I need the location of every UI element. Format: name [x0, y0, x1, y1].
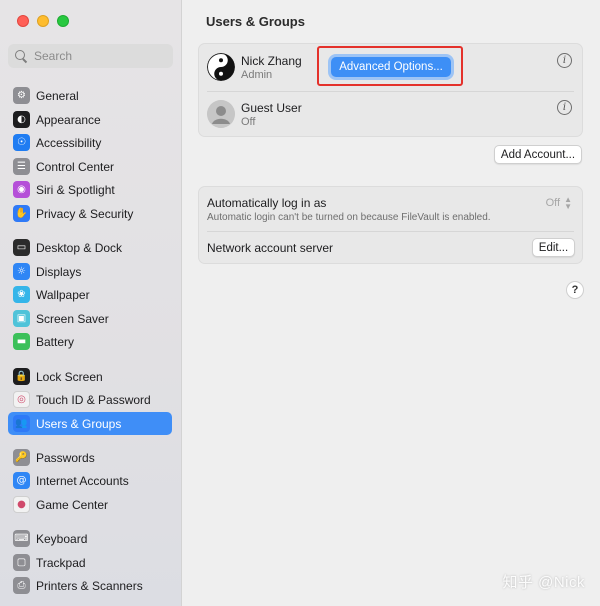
- user-role: Off: [241, 116, 256, 128]
- sidebar-item-label: Touch ID & Password: [36, 392, 151, 407]
- trackpad-icon: ▢: [13, 554, 30, 571]
- fingerprint-icon: ◎: [13, 391, 30, 408]
- sidebar-item-label: Control Center: [36, 159, 115, 174]
- sidebar: Search ⚙ General ◐ Appearance ☉ Accessibility…: [0, 0, 182, 606]
- sidebar-item-label: Trackpad: [36, 555, 86, 570]
- window-controls: [17, 15, 69, 27]
- accessibility-icon: ☉: [13, 134, 30, 151]
- sidebar-item-label: Users & Groups: [36, 416, 122, 431]
- minimize-window-button[interactable]: [37, 15, 49, 27]
- sidebar-item-control-center[interactable]: ☰ Control Center: [8, 155, 172, 178]
- watermark: 知乎 @Nick: [502, 574, 585, 591]
- close-window-button[interactable]: [17, 15, 29, 27]
- sidebar-item-screen-saver[interactable]: ▣ Screen Saver: [8, 307, 172, 330]
- sidebar-item-appearance[interactable]: ◐ Appearance: [8, 108, 172, 131]
- settings-window: Search ⚙ General ◐ Appearance ☉ Accessibility…: [0, 0, 600, 606]
- info-icon: i: [562, 102, 567, 113]
- person-avatar: [207, 100, 235, 128]
- sidebar-item-label: Lock Screen: [36, 369, 103, 384]
- sidebar-item-label: Keyboard: [36, 531, 88, 546]
- sidebar-item-label: Displays: [36, 264, 82, 279]
- sidebar-item-printers-scanners[interactable]: ⎙ Printers & Scanners: [8, 574, 172, 597]
- game-center-icon: ●: [13, 496, 30, 513]
- edit-button[interactable]: Edit...: [532, 238, 575, 257]
- users-card: Nick Zhang Admin Advanced Options... i G…: [198, 43, 583, 137]
- sidebar-item-label: Battery: [36, 334, 75, 349]
- displays-icon: ☼: [13, 263, 30, 280]
- sidebar-item-label: Printers & Scanners: [36, 578, 143, 593]
- sidebar-item-trackpad[interactable]: ▢ Trackpad: [8, 551, 172, 574]
- login-card: Automatically log in as Automatic login …: [198, 186, 583, 264]
- control-center-icon: ☰: [13, 158, 30, 175]
- key-icon: 🔑: [13, 449, 30, 466]
- user-role: Admin: [241, 69, 273, 81]
- sidebar-item-keyboard[interactable]: ⌨ Keyboard: [8, 527, 172, 550]
- yin-yang-avatar: [207, 53, 235, 81]
- auto-login-label: Automatically log in as: [207, 196, 327, 210]
- sidebar-item-privacy-security[interactable]: ✋ Privacy & Security: [8, 202, 172, 225]
- sidebar-item-touch-id-password[interactable]: ◎ Touch ID & Password: [8, 388, 172, 411]
- zoom-window-button[interactable]: [57, 15, 69, 27]
- sidebar-item-label: Appearance: [36, 112, 101, 127]
- user-name: Nick Zhang: [241, 54, 302, 68]
- row-divider: [207, 91, 574, 92]
- sidebar-item-label: Internet Accounts: [36, 473, 129, 488]
- sidebar-item-siri-spotlight[interactable]: ◉ Siri & Spotlight: [8, 178, 172, 201]
- network-server-label: Network account server: [207, 241, 334, 255]
- page-title: Users & Groups: [206, 14, 305, 29]
- at-icon: @: [13, 472, 30, 489]
- sidebar-item-label: Screen Saver: [36, 311, 109, 326]
- printer-icon: ⎙: [13, 577, 30, 594]
- battery-icon: ▬: [13, 333, 30, 350]
- help-button[interactable]: ?: [566, 281, 584, 299]
- gear-icon: ⚙: [13, 87, 30, 104]
- user-info-button[interactable]: i: [557, 53, 572, 68]
- lock-icon: 🔒: [13, 368, 30, 385]
- sidebar-item-game-center[interactable]: ● Game Center: [8, 493, 172, 516]
- siri-icon: ◉: [13, 181, 30, 198]
- row-divider: [207, 231, 574, 232]
- keyboard-icon: ⌨: [13, 530, 30, 547]
- info-icon: i: [562, 55, 567, 66]
- sidebar-item-label: Passwords: [36, 450, 95, 465]
- sidebar-item-label: Siri & Spotlight: [36, 182, 115, 197]
- sidebar-item-battery[interactable]: ▬ Battery: [8, 330, 172, 353]
- screen-saver-icon: ▣: [13, 310, 30, 327]
- add-account-button[interactable]: Add Account...: [494, 145, 582, 164]
- auto-login-value: Off: [545, 197, 561, 209]
- user-name: Guest User: [241, 101, 302, 115]
- advanced-options-button[interactable]: Advanced Options...: [331, 57, 451, 77]
- sidebar-item-lock-screen[interactable]: 🔒 Lock Screen: [8, 365, 172, 388]
- sidebar-item-passwords[interactable]: 🔑 Passwords: [8, 446, 172, 469]
- dock-icon: ▭: [13, 239, 30, 256]
- wallpaper-icon: ❀: [13, 286, 30, 303]
- auto-login-select[interactable]: Off ▲ ▼: [545, 195, 572, 211]
- users-icon: 👥: [13, 415, 30, 432]
- hand-icon: ✋: [13, 205, 30, 222]
- sidebar-item-label: Desktop & Dock: [36, 240, 123, 255]
- sidebar-item-general[interactable]: ⚙ General: [8, 84, 172, 107]
- sidebar-item-accessibility[interactable]: ☉ Accessibility: [8, 131, 172, 154]
- search-placeholder: Search: [34, 49, 73, 63]
- sidebar-item-label: Privacy & Security: [36, 206, 134, 221]
- sidebar-item-displays[interactable]: ☼ Displays: [8, 260, 172, 283]
- sidebar-item-label: General: [36, 88, 79, 103]
- search-input[interactable]: Search: [8, 44, 173, 68]
- chevron-updown-icon: ▲ ▼: [564, 195, 572, 211]
- sidebar-item-label: Game Center: [36, 497, 109, 512]
- main-pane: Users & Groups Nick Zhang Admin Advanced…: [183, 0, 600, 606]
- sidebar-item-label: Accessibility: [36, 135, 102, 150]
- sidebar-item-desktop-dock[interactable]: ▭ Desktop & Dock: [8, 236, 172, 259]
- guest-info-button[interactable]: i: [557, 100, 572, 115]
- sidebar-item-wallpaper[interactable]: ❀ Wallpaper: [8, 283, 172, 306]
- sidebar-item-label: Wallpaper: [36, 287, 90, 302]
- auto-login-note: Automatic login can't be turned on becau…: [207, 212, 491, 223]
- search-icon: [14, 49, 28, 63]
- sidebar-item-internet-accounts[interactable]: @ Internet Accounts: [8, 469, 172, 492]
- appearance-icon: ◐: [13, 111, 30, 128]
- sidebar-item-users-groups[interactable]: 👥 Users & Groups: [8, 412, 172, 435]
